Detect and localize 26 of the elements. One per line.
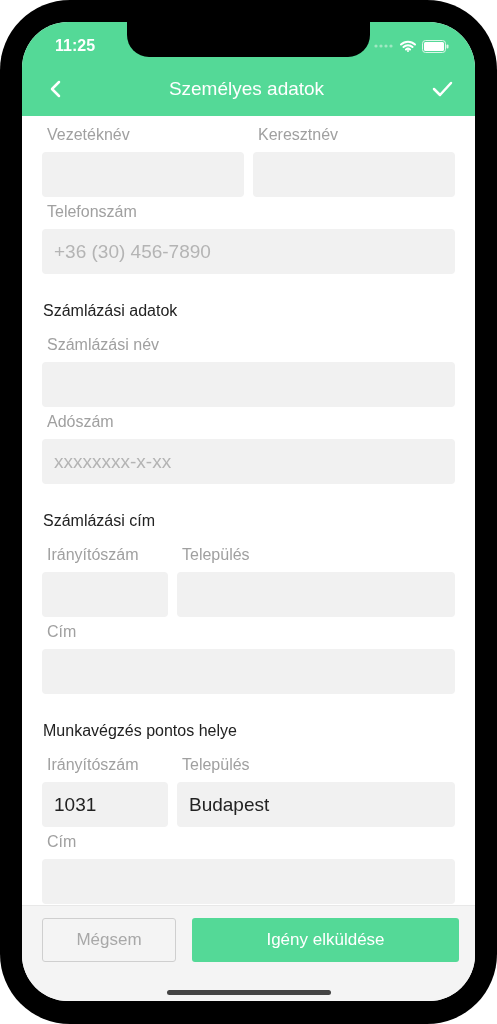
field-label: Település	[181, 545, 251, 565]
field-label: Irányítószám	[46, 545, 140, 565]
input-field[interactable]: Budapest	[177, 782, 455, 827]
field-label: Adószám	[46, 412, 115, 432]
field-label: Vezetéknév	[46, 125, 131, 145]
back-icon[interactable]	[50, 80, 61, 98]
field-label: Település	[181, 755, 251, 775]
section-heading: Munkavégzés pontos helye	[43, 722, 238, 740]
home-indicator[interactable]	[167, 990, 331, 995]
field-label: Keresztnév	[257, 125, 340, 145]
wifi-icon	[400, 40, 416, 52]
field-label: Telefonszám	[46, 202, 138, 222]
input-field[interactable]: xxxxxxxx-x-xx	[42, 439, 455, 484]
field-label: Cím	[46, 622, 78, 642]
field-label: Számlázási név	[46, 335, 161, 355]
signal-icon	[374, 44, 394, 48]
status-time: 11:25	[55, 37, 96, 55]
field-label: Cím	[46, 832, 78, 852]
check-icon[interactable]	[432, 81, 453, 97]
section-heading: Számlázási adatok	[43, 302, 179, 320]
field-label: Irányítószám	[46, 755, 140, 775]
screen-title: Személyes adatok	[168, 78, 325, 100]
battery-icon	[422, 39, 449, 53]
input-field[interactable]: 1031	[42, 782, 168, 827]
section-heading: Számlázási cím	[43, 512, 157, 530]
input-field[interactable]: +36 (30) 456-7890	[42, 229, 455, 274]
